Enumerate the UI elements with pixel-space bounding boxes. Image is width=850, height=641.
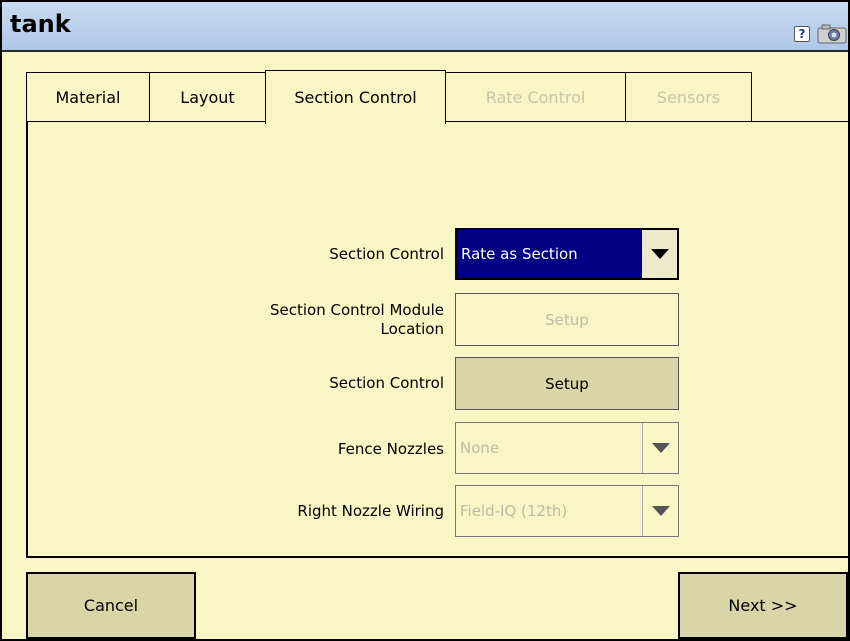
section-control-label: Section Control — [329, 245, 444, 263]
module-location-label: Section Control Module Location — [224, 301, 444, 339]
fence-nozzles-dropdown: None — [455, 422, 679, 474]
next-button-label: Next >> — [728, 596, 798, 615]
tab-material[interactable]: Material — [26, 72, 150, 122]
section-control-value: Rate as Section — [461, 245, 578, 263]
right-nozzle-wiring-dropdown: Field-IQ (12th) — [455, 485, 679, 537]
next-button[interactable]: Next >> — [678, 572, 848, 639]
right-nozzle-wiring-value: Field-IQ (12th) — [460, 502, 568, 520]
section-control-setup-button[interactable]: Setup — [455, 357, 679, 410]
tab-sensors-label: Sensors — [656, 88, 721, 107]
help-icon[interactable]: ? — [794, 26, 810, 42]
fence-nozzles-label: Fence Nozzles — [337, 440, 444, 458]
window-title: tank — [10, 10, 71, 38]
tab-sensors: Sensors — [625, 72, 752, 122]
tab-layout-label: Layout — [180, 88, 235, 107]
title-bar: tank ? — [2, 2, 848, 52]
tab-rate-control-label: Rate Control — [485, 88, 586, 107]
chevron-down-icon — [642, 486, 678, 536]
chevron-down-icon — [642, 423, 678, 473]
cancel-button[interactable]: Cancel — [26, 572, 196, 639]
right-nozzle-wiring-label: Right Nozzle Wiring — [297, 502, 444, 520]
camera-icon[interactable] — [816, 22, 848, 44]
section-control-dropdown[interactable]: Rate as Section — [455, 228, 679, 280]
module-location-label-line2: Location — [380, 320, 444, 338]
cancel-button-label: Cancel — [83, 596, 139, 615]
section-control-setup-button-label: Setup — [545, 374, 589, 393]
module-location-setup-label: Setup — [545, 310, 589, 329]
module-location-setup-button: Setup — [455, 293, 679, 346]
app-window: tank ? Material Layout Section Control R… — [0, 0, 850, 641]
chevron-down-icon[interactable] — [641, 230, 677, 278]
tab-layout[interactable]: Layout — [149, 72, 266, 122]
module-location-label-line1: Section Control Module — [269, 301, 444, 319]
section-control-panel — [26, 121, 850, 558]
fence-nozzles-value: None — [460, 439, 500, 457]
tab-section-control-label: Section Control — [294, 88, 417, 107]
tab-material-label: Material — [55, 88, 121, 107]
tab-rate-control: Rate Control — [445, 72, 626, 122]
tab-section-control[interactable]: Section Control — [265, 70, 446, 124]
section-control-setup-label: Section Control — [329, 374, 444, 392]
